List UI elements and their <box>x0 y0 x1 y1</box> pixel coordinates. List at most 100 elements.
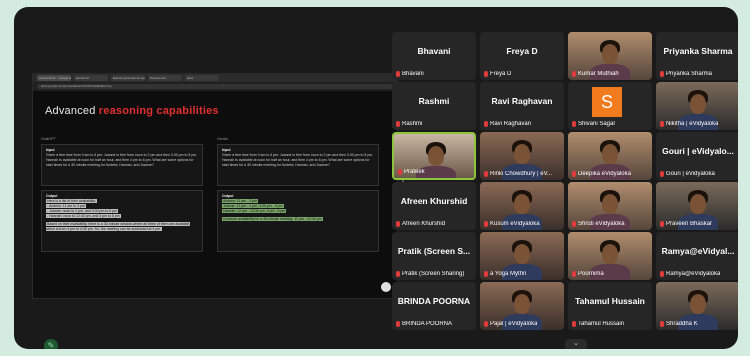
output-line: Here is a list of their availability: <box>46 199 98 203</box>
output-text: Based on their availability, there is a … <box>46 222 191 231</box>
participant-label: Poornima <box>572 271 604 277</box>
participant-tile[interactable]: Ramya@eVidyal... Ramya@eVidyaloka <box>656 232 738 280</box>
input-text: Given a free time from 9 am to 5 pm: Joa… <box>222 153 374 167</box>
participant-tile[interactable]: Shruti eVidyaloka <box>568 182 652 230</box>
participant-label-text: Kumar Muthiah <box>578 71 619 77</box>
participant-face <box>602 144 618 164</box>
muted-mic-icon <box>396 71 400 77</box>
participant-tile[interactable]: a Yoga Mythri <box>480 232 564 280</box>
participant-grid: Bhavani Bhavani Freya D Freya D Kumar Muthia… <box>392 32 738 338</box>
participant-label: Prateek <box>398 169 425 175</box>
participant-tile[interactable]: Pajal | eVidyaloka <box>480 282 564 330</box>
muted-mic-icon <box>572 321 576 327</box>
browser-tab[interactable]: New <box>185 75 219 81</box>
participant-name: Ravi Raghavan <box>491 96 553 106</box>
participant-tile[interactable]: Poornima <box>568 232 652 280</box>
participant-tile[interactable]: BRINDA POORNA BRINDA POORNA <box>392 282 476 330</box>
participant-tile[interactable]: Pratik (Screen S... Pratik (Screen Sharin… <box>392 232 476 280</box>
muted-mic-icon <box>396 221 400 227</box>
participant-name: Pratik (Screen S... <box>397 246 471 256</box>
participant-tile[interactable]: Bhavani Bhavani <box>392 32 476 80</box>
participant-tile[interactable]: Kusum eVidyaloka <box>480 182 564 230</box>
input-card: Input Given a free time from 9 am to 5 p… <box>41 144 203 186</box>
participant-label: Gouri | eVidyaloka <box>660 171 715 177</box>
participant-label: BRINDA POORNA <box>396 321 452 327</box>
participant-label-text: Afreen Khurshid <box>402 221 446 227</box>
slide-title: Advanced reasoning capabilities <box>45 105 219 117</box>
participant-tile[interactable]: Ravi Raghavan Ravi Raghavan <box>480 82 564 130</box>
participant-face <box>514 294 530 314</box>
browser-tab[interactable]: Advanced R... Google Slides <box>37 75 71 81</box>
participant-label-text: Rinki Chowdhury | eV... <box>490 171 553 177</box>
output-line: Andrew: 11 am - 3 pm <box>222 199 259 203</box>
muted-mic-icon <box>484 171 488 177</box>
slide-title-highlight: reasoning capabilities <box>98 105 219 117</box>
participant-label: Nikitha | eVidyaloka <box>660 121 718 127</box>
participant-tile[interactable]: Gouri | eVidyalo... Gouri | eVidyaloka <box>656 132 738 180</box>
participant-tile[interactable]: Priyanka Sharma Priyanka Sharma <box>656 32 738 80</box>
participant-tile[interactable]: Prateek <box>392 132 476 180</box>
participant-label-text: Shraddha K <box>666 321 698 327</box>
column-name: ChatGPT <box>41 137 56 141</box>
muted-mic-icon <box>396 121 400 127</box>
gemini-column: Gemini Input Given a free time from 9 am… <box>217 137 379 297</box>
participant-tile[interactable]: Kumar Muthiah <box>568 32 652 80</box>
participant-label: Afreen Khurshid <box>396 221 445 227</box>
participant-tile[interactable]: S Shivani Sagar <box>568 82 652 130</box>
participant-tile[interactable]: Rashmi Rashmi <box>392 82 476 130</box>
participant-label: Ravi Raghavan <box>484 121 531 127</box>
participant-label: Tahamul Hussain <box>572 321 624 327</box>
muted-mic-icon <box>484 71 488 77</box>
participant-tile[interactable]: Freya D Freya D <box>480 32 564 80</box>
browser-tab-bar: Advanced R... Google Slides Gemini AI Ex… <box>33 74 397 82</box>
muted-mic-icon <box>660 121 664 127</box>
chevron-down-icon[interactable]: ⌄ <box>565 339 587 349</box>
output-card: Output Andrew: 11 am - 3 pm Joanne: 12 p… <box>217 190 379 252</box>
participant-label-text: Bhavani <box>402 71 424 77</box>
participant-face <box>602 244 618 264</box>
participant-label: Rashmi <box>396 121 422 127</box>
browser-tab[interactable]: Gemini AI <box>74 75 108 81</box>
participant-tile[interactable]: Rinki Chowdhury | eV... <box>480 132 564 180</box>
pencil-icon[interactable]: ✎ <box>44 339 58 349</box>
output-line: - Andrew: 11 am to 3 pm <box>46 204 86 208</box>
participant-label: Deepika eVidyaloka <box>572 171 631 177</box>
participant-name: Gouri | eVidyalo... <box>662 146 734 156</box>
participant-name: Bhavani <box>417 46 451 56</box>
column-name: Gemini <box>217 137 229 141</box>
participant-tile[interactable]: Deepika eVidyaloka <box>568 132 652 180</box>
meeting-window: Advanced R... Google Slides Gemini AI Ex… <box>14 7 738 349</box>
participant-label-text: Pajal | eVidyaloka <box>490 321 538 327</box>
participant-face <box>602 194 618 214</box>
participant-label: Pratik (Screen Sharing) <box>396 271 464 277</box>
participant-label-text: Pratik (Screen Sharing) <box>402 271 465 277</box>
participant-label-text: Shruti eVidyaloka <box>578 221 625 227</box>
participant-label-text: Kusum eVidyaloka <box>490 221 540 227</box>
participant-name: Tahamul Hussain <box>575 296 645 306</box>
participant-name: Rashmi <box>418 96 450 106</box>
participant-tile[interactable]: Tahamul Hussain Tahamul Hussain <box>568 282 652 330</box>
url-text[interactable]: docs.google.com/presentation/d/1rWX/edit… <box>37 84 393 89</box>
participant-tile[interactable]: Praveen Bhaskar <box>656 182 738 230</box>
browser-url-bar[interactable]: docs.google.com/presentation/d/1rWX/edit… <box>33 82 397 91</box>
muted-mic-icon <box>572 271 576 277</box>
participant-face <box>602 44 618 64</box>
participant-tile[interactable]: Afreen Khurshid Afreen Khurshid <box>392 182 476 230</box>
input-label: Input <box>222 148 231 152</box>
input-label: Input <box>46 148 55 152</box>
participant-label-text: Ramya@eVidyaloka <box>666 271 721 277</box>
muted-mic-icon <box>572 71 576 77</box>
avatar: S <box>592 87 622 117</box>
participant-label: Bhavani <box>396 71 424 77</box>
muted-mic-icon <box>396 321 400 327</box>
slide-action-button[interactable] <box>381 282 391 292</box>
input-text: Given a free time from 9 am to 5 pm: Joa… <box>46 153 198 167</box>
participant-tile[interactable]: Shraddha K <box>656 282 738 330</box>
output-line: - Hannah: noon to 12:30 pm, and 4 pm to … <box>46 214 121 218</box>
participant-label-text: Poornima <box>578 271 604 277</box>
browser-tab[interactable]: Prompt Lab <box>148 75 182 81</box>
participant-tile[interactable]: Nikitha | eVidyaloka <box>656 82 738 130</box>
output-line: - Joanne: noon to 2 pm, and 3:30 pm to 5… <box>46 209 119 213</box>
muted-mic-icon <box>572 221 576 227</box>
browser-tab[interactable]: Exploring Gemini AI capabilities <box>111 75 145 81</box>
